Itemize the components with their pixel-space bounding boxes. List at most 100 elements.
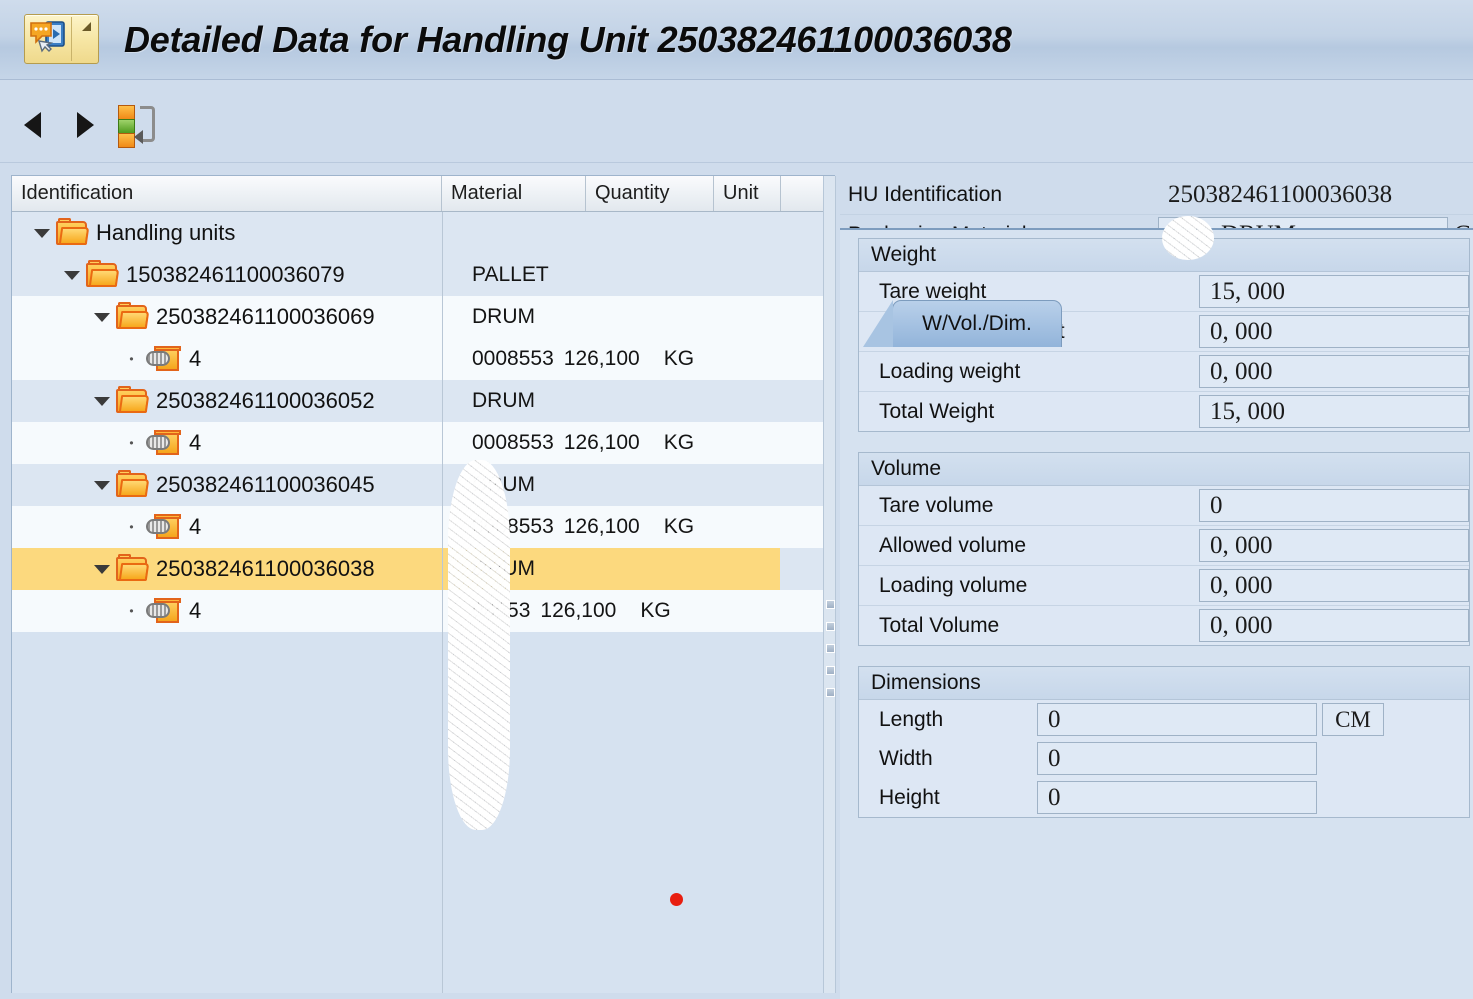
leaf-bullet-icon: • bbox=[129, 436, 134, 450]
weight-value-field[interactable]: 15, 000 bbox=[1199, 275, 1469, 308]
unit-text: KG bbox=[663, 347, 695, 370]
toolbar bbox=[0, 80, 1473, 163]
volume-value-field[interactable]: 0, 000 bbox=[1199, 569, 1469, 602]
leaf-bullet-icon: • bbox=[129, 604, 134, 618]
hu-identification-row: HU Identification 250382461100036038 bbox=[840, 175, 1473, 215]
volume-row: Tare volume 0 bbox=[859, 486, 1469, 526]
tree-node-identification[interactable]: • 4 bbox=[12, 338, 442, 380]
expand-all-button[interactable] bbox=[112, 100, 160, 148]
tree-node-identification[interactable]: • 4 bbox=[12, 506, 442, 548]
table-row[interactable]: • 4 0008553 126,100 KG bbox=[12, 338, 834, 380]
splitter-grip-dot bbox=[826, 644, 835, 653]
forward-button[interactable] bbox=[62, 100, 106, 146]
tree-node-identification[interactable]: 250382461100036052 bbox=[12, 380, 442, 422]
unit-text: KG bbox=[663, 431, 695, 454]
column-header-quantity[interactable]: Quantity bbox=[586, 176, 714, 211]
hu-identification-label: HU Identification bbox=[848, 182, 1003, 206]
hu-identification-value[interactable]: 250382461100036038 bbox=[1158, 177, 1473, 212]
folder-icon bbox=[86, 259, 120, 288]
tree-node-identification[interactable]: 250382461100036069 bbox=[12, 296, 442, 338]
chevron-down-icon[interactable] bbox=[94, 397, 109, 406]
tree-node-identification[interactable]: Handling units bbox=[12, 212, 442, 254]
tree-node-label: 4 bbox=[189, 346, 202, 371]
panel-splitter[interactable] bbox=[823, 176, 836, 993]
tree-node-label: 250382461100036052 bbox=[156, 388, 375, 413]
column-header-material[interactable]: Material bbox=[442, 176, 586, 211]
weight-value-field[interactable]: 15, 000 bbox=[1199, 395, 1469, 428]
splitter-grip-dot bbox=[826, 688, 835, 697]
table-row[interactable]: • 4 08553 126,100 KG bbox=[12, 590, 834, 632]
group-spacer-2 bbox=[840, 646, 1473, 658]
quantity-text: 126,100 bbox=[563, 347, 640, 370]
dimension-value-field[interactable]: 0 bbox=[1037, 703, 1317, 736]
volume-value-field[interactable]: 0, 000 bbox=[1199, 609, 1469, 642]
tree-node-identification[interactable]: • 4 bbox=[12, 422, 442, 464]
dimension-unit-field[interactable]: CM bbox=[1322, 703, 1384, 736]
table-row[interactable]: • 4 0008553 126,100 KG bbox=[12, 506, 834, 548]
sap-detail-window: Detailed Data for Handling Unit 25038246… bbox=[0, 0, 1473, 999]
table-row[interactable]: 250382461100036069 DRUM bbox=[12, 296, 834, 338]
tree-node-identification[interactable]: 150382461100036079 bbox=[12, 254, 442, 296]
volume-label: Loading volume bbox=[879, 573, 1028, 597]
weight-row: Loading weight 0, 000 bbox=[859, 352, 1469, 392]
table-row[interactable]: 150382461100036079 PALLET bbox=[12, 254, 834, 296]
column-header-identification[interactable]: Identification bbox=[12, 176, 442, 211]
tree-node-identification[interactable]: 250382461100036045 bbox=[12, 464, 442, 506]
folder-icon bbox=[116, 553, 150, 582]
material-text: 0008553 bbox=[472, 431, 554, 454]
table-row[interactable]: 250382461100036052 DRUM bbox=[12, 380, 834, 422]
table-row[interactable]: 250382461100036045 DRUM bbox=[12, 464, 834, 506]
tab-w-vol-dim[interactable]: W/Vol./Dim. bbox=[863, 300, 1062, 347]
tree-row-material-cell bbox=[442, 212, 780, 254]
tree-body: Handling units 150382461100036079 PALLET 25… bbox=[12, 212, 834, 993]
tree-node-label: 250382461100036069 bbox=[156, 304, 375, 329]
table-row[interactable]: • 4 0008553 126,100 KG bbox=[12, 422, 834, 464]
folder-icon bbox=[56, 217, 90, 246]
handling-unit-tree-panel: Identification Material Quantity Unit Ha… bbox=[11, 175, 835, 993]
table-row[interactable]: Handling units bbox=[12, 212, 834, 254]
dimension-row: Height 0 bbox=[859, 778, 1469, 817]
drum-item-icon bbox=[146, 346, 181, 372]
tree-row-material-cell: PALLET bbox=[442, 254, 780, 296]
chevron-down-icon[interactable] bbox=[64, 271, 79, 280]
tree-node-identification[interactable]: • 4 bbox=[12, 590, 442, 632]
tree-row-material-cell: 0008553 126,100 KG bbox=[442, 422, 780, 464]
folder-icon bbox=[116, 385, 150, 414]
chevron-down-icon[interactable] bbox=[94, 481, 109, 490]
dimension-label: Height bbox=[879, 785, 940, 809]
red-dot-cursor bbox=[670, 893, 683, 906]
volume-value-field[interactable]: 0 bbox=[1199, 489, 1469, 522]
quantity-text: 126,100 bbox=[563, 515, 640, 538]
back-button[interactable] bbox=[12, 100, 56, 146]
sap-menu-icon bbox=[25, 15, 71, 63]
dimension-value-field[interactable]: 0 bbox=[1037, 781, 1317, 814]
chevron-down-icon[interactable] bbox=[34, 229, 49, 238]
weight-value-field[interactable]: 0, 000 bbox=[1199, 315, 1469, 348]
tree-node-identification[interactable]: 250382461100036038 bbox=[12, 548, 442, 590]
column-header-unit[interactable]: Unit bbox=[714, 176, 781, 211]
chevron-down-icon[interactable] bbox=[94, 313, 109, 322]
weight-label: Total Weight bbox=[879, 399, 995, 423]
system-menu-separator bbox=[71, 17, 72, 61]
leaf-bullet-icon: • bbox=[129, 352, 134, 366]
dimension-row: Length 0 CM bbox=[859, 700, 1469, 739]
material-text: DRUM bbox=[472, 557, 535, 580]
material-text: 0008553 bbox=[472, 515, 554, 538]
tree-node-label: Handling units bbox=[96, 220, 236, 245]
weight-value-field[interactable]: 0, 000 bbox=[1199, 355, 1469, 388]
chevron-down-icon[interactable] bbox=[94, 565, 109, 574]
material-text: DRUM bbox=[472, 473, 535, 496]
material-text: 08553 bbox=[472, 599, 531, 622]
system-menu-button[interactable] bbox=[24, 14, 99, 64]
volume-row: Total Volume 0, 000 bbox=[859, 606, 1469, 645]
hu-detail-panel: HU Identification 250382461100036038 Pac… bbox=[840, 175, 1473, 999]
tree-row-material-cell: DRUM bbox=[442, 464, 780, 506]
weight-group-title: Weight bbox=[859, 239, 1469, 272]
unit-text: KG bbox=[640, 599, 671, 622]
volume-value-field[interactable]: 0, 000 bbox=[1199, 529, 1469, 562]
dimension-value-field[interactable]: 0 bbox=[1037, 742, 1317, 775]
tree-row-material-cell: DRUM bbox=[442, 380, 780, 422]
table-row[interactable]: 250382461100036038 DRUM bbox=[12, 548, 834, 590]
triangle-left-icon bbox=[24, 112, 41, 138]
page-title: Detailed Data for Handling Unit 25038246… bbox=[124, 19, 1012, 60]
